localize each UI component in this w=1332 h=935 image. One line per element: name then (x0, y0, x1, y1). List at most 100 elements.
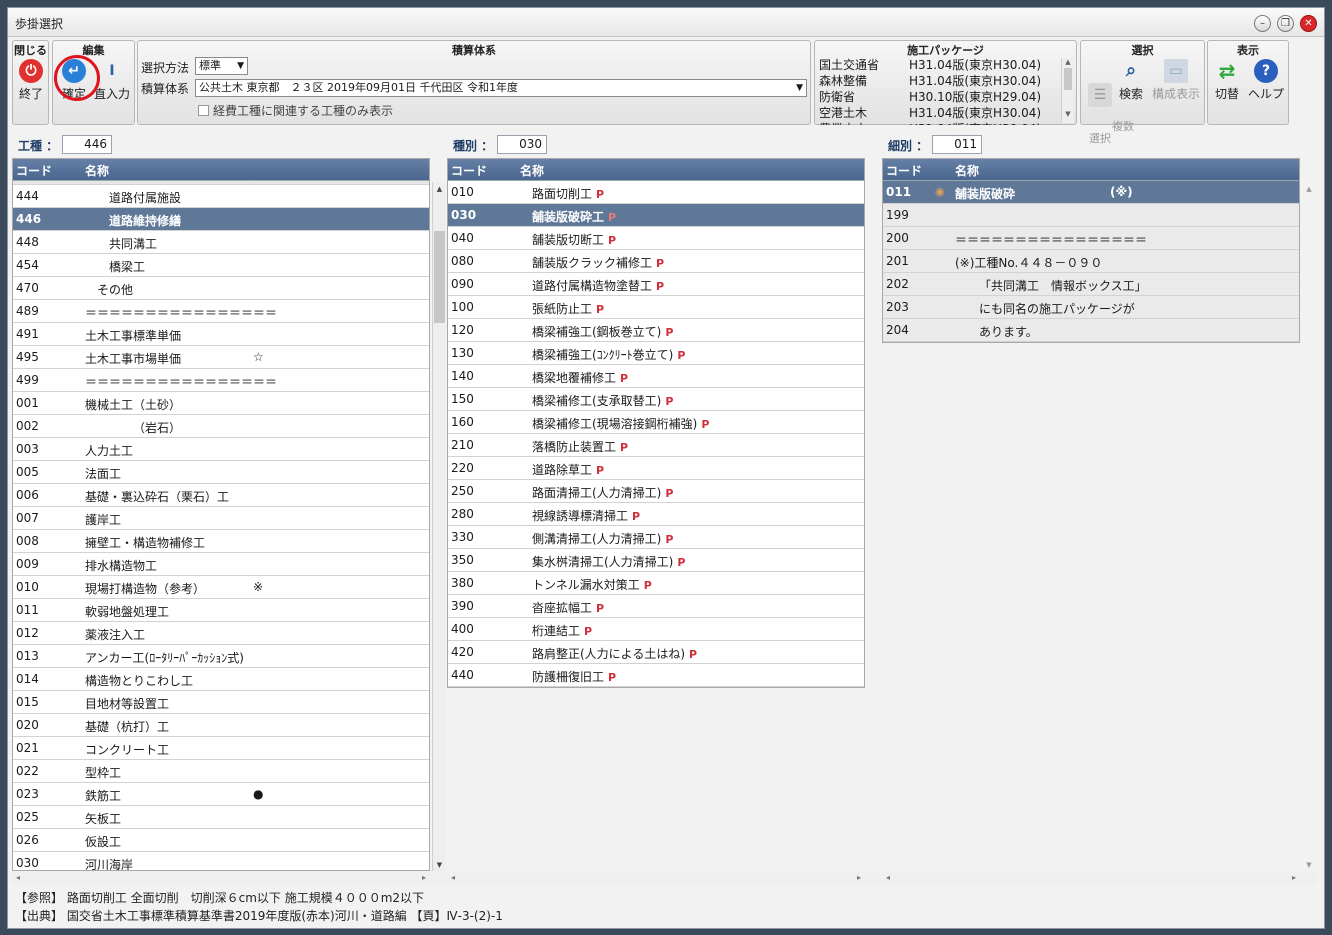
scroll-thumb[interactable] (1064, 68, 1072, 90)
koshu-row[interactable]: 026 仮設工 (13, 829, 429, 852)
scroll-right-icon[interactable]: ▸ (857, 873, 861, 882)
scroll-left-icon[interactable]: ◂ (886, 873, 890, 882)
shubetsu-row[interactable]: 040 舗装版切断工 P (448, 227, 864, 250)
shubetsu-row[interactable]: 220 道路除草工 P (448, 457, 864, 480)
koshu-row[interactable]: 444 道路付属施設 (13, 185, 429, 208)
koshu-row[interactable]: 002 （岩石） (13, 415, 429, 438)
koshu-row[interactable]: 010 現場打構造物（参考） ※ (13, 576, 429, 599)
package-item[interactable]: 防衛省 H30.10版(東京H29.04) (817, 89, 1057, 105)
koshu-row[interactable]: 009 排水構造物工 (13, 553, 429, 576)
koshu-row[interactable]: 020 基礎（杭打）工 (13, 714, 429, 737)
koshu-row[interactable]: 022 型枠工 (13, 760, 429, 783)
scroll-down-icon[interactable]: ▼ (433, 861, 446, 869)
koshu-row[interactable]: 489 ＝＝＝＝＝＝＝＝＝＝＝＝＝＝＝＝ (13, 300, 429, 323)
shubetsu-row[interactable]: 100 張紙防止工 P (448, 296, 864, 319)
shubetsu-row[interactable]: 080 舗装版クラック補修工 P (448, 250, 864, 273)
system-dropdown[interactable]: 公共土木 東京都 ２３区 2019年09月01日 千代田区 令和1年度 ▼ (195, 79, 807, 97)
shubetsu-row[interactable]: 280 視線誘導標清掃工 P (448, 503, 864, 526)
saibetsu-row[interactable]: 200 ＝＝＝＝＝＝＝＝＝＝＝＝＝＝＝＝ (883, 227, 1299, 250)
koshu-count-field[interactable]: 446 (62, 135, 112, 154)
shubetsu-row[interactable]: 030 舗装版破砕工 P (448, 204, 864, 227)
koshu-row[interactable]: 003 人力土工 (13, 438, 429, 461)
koshu-row[interactable]: 499 ＝＝＝＝＝＝＝＝＝＝＝＝＝＝＝＝ (13, 369, 429, 392)
koshu-row[interactable]: 025 矢板工 (13, 806, 429, 829)
koshu-row[interactable]: 448 共同溝工 (13, 231, 429, 254)
scroll-left-icon[interactable]: ◂ (451, 873, 455, 882)
package-scrollbar[interactable]: ▲ ▼ (1061, 58, 1074, 123)
package-item[interactable]: 農業土木H31.04版(東京H30.04) (817, 121, 1057, 125)
shubetsu-count-field[interactable]: 030 (497, 135, 547, 154)
koshu-row[interactable]: 007 護岸工 (13, 507, 429, 530)
shubetsu-row[interactable]: 010 路面切削工 P (448, 181, 864, 204)
restore-button[interactable]: ❐ (1277, 15, 1294, 32)
shubetsu-row[interactable]: 420 路肩整正(人力による土はね) P (448, 641, 864, 664)
select-method-dropdown[interactable]: 標準 ▼ (195, 57, 248, 75)
saibetsu-row[interactable]: 011 ◉ 舗装版破砕 (※) (883, 181, 1299, 204)
scroll-thumb[interactable] (434, 231, 445, 323)
koshu-row[interactable]: 491 土木工事標準単価 (13, 323, 429, 346)
exit-button[interactable]: ⏻ 終了 (15, 59, 47, 102)
saibetsu-row[interactable]: 199 (883, 204, 1299, 227)
koshu-row[interactable]: 446 道路維持修繕 (13, 208, 429, 231)
shubetsu-row[interactable]: 090 道路付属構造物塗替工 P (448, 273, 864, 296)
scroll-down-icon[interactable]: ▼ (1062, 110, 1074, 118)
scroll-left-icon[interactable]: ◂ (16, 873, 20, 882)
saibetsu-scrollbar[interactable]: ▲ ▼ (1302, 182, 1316, 871)
koshu-row[interactable]: 011 軟弱地盤処理工 (13, 599, 429, 622)
help-button[interactable]: ? ヘルプ (1246, 59, 1286, 102)
saibetsu-count-field[interactable]: 011 (932, 135, 982, 154)
koshu-row[interactable]: 006 基礎・裏込砕石（栗石）工 (13, 484, 429, 507)
saibetsu-row[interactable]: 203 にも同名の施工パッケージが (883, 296, 1299, 319)
shubetsu-row[interactable]: 380 トンネル漏水対策工 P (448, 572, 864, 595)
koshu-scrollbar[interactable]: ▲ ▼ (432, 182, 446, 871)
expense-checkbox[interactable]: 経費工種に関連する工種のみ表示 (198, 102, 393, 119)
koshu-row[interactable]: 023 鉄筋工 ● (13, 783, 429, 806)
shubetsu-row[interactable]: 120 橋梁補強工(鋼板巻立て) P (448, 319, 864, 342)
koshu-row[interactable]: 030 河川海岸 (13, 852, 429, 870)
koshu-row[interactable]: 015 目地材等設置工 (13, 691, 429, 714)
shubetsu-row[interactable]: 330 側溝清掃工(人力清掃工) P (448, 526, 864, 549)
shubetsu-row[interactable]: 350 集水桝清掃工(人力清掃工) P (448, 549, 864, 572)
saibetsu-row[interactable]: 204 あります。 (883, 319, 1299, 342)
multi-select-button[interactable]: ☰ 複数 選択 (1084, 59, 1134, 157)
shubetsu-row[interactable]: 400 桁連結工 P (448, 618, 864, 641)
package-list[interactable]: 国土交通省 H31.04版(東京H30.04) 森林整備 H31.04版(東京H30.… (817, 57, 1057, 125)
koshu-hscrollbar[interactable]: ◂ ▸ (12, 871, 446, 885)
scroll-down-icon[interactable]: ▼ (1302, 861, 1316, 869)
structure-button[interactable]: ▭ 構成表示 (1148, 59, 1204, 102)
koshu-row[interactable]: 013 アンカー工(ﾛｰﾀﾘｰﾊﾟｰｶｯｼｮﾝ式) (13, 645, 429, 668)
koshu-row[interactable]: 008 擁壁工・構造物補修工 (13, 530, 429, 553)
close-button[interactable]: ✕ (1300, 15, 1317, 32)
shubetsu-row[interactable]: 150 橋梁補修工(支承取替工) P (448, 388, 864, 411)
shubetsu-row[interactable]: 140 橋梁地覆補修工 P (448, 365, 864, 388)
shubetsu-hscrollbar[interactable]: ◂ ▸ (447, 871, 881, 885)
switch-button[interactable]: ⇄ 切替 (1211, 59, 1243, 102)
package-item[interactable]: 国土交通省 H31.04版(東京H30.04) (817, 57, 1057, 73)
shubetsu-row[interactable]: 440 防護柵復旧工 P (448, 664, 864, 687)
package-item[interactable]: 空港土木 H31.04版(東京H30.04) (817, 105, 1057, 121)
shubetsu-row[interactable]: 250 路面清掃工(人力清掃工) P (448, 480, 864, 503)
scroll-right-icon[interactable]: ▸ (422, 873, 426, 882)
scroll-right-icon[interactable]: ▸ (1292, 873, 1296, 882)
saibetsu-hscrollbar[interactable]: ◂ ▸ (882, 871, 1316, 885)
koshu-row[interactable]: 001 機械土工（土砂） (13, 392, 429, 415)
saibetsu-row[interactable]: 202 「共同溝工 情報ボックス工」 (883, 273, 1299, 296)
scroll-up-icon[interactable]: ▲ (433, 185, 446, 193)
koshu-row[interactable]: 014 構造物とりこわし工 (13, 668, 429, 691)
saibetsu-row[interactable]: 201 (※)工種No.４４８－０９０ (883, 250, 1299, 273)
search-button[interactable]: ⌕ 検索 (1116, 59, 1146, 102)
koshu-row[interactable]: 454 橋梁工 (13, 254, 429, 277)
shubetsu-row[interactable]: 160 橋梁補修工(現場溶接鋼桁補強) P (448, 411, 864, 434)
koshu-row[interactable]: 495 土木工事市場単価 ☆ (13, 346, 429, 369)
koshu-row[interactable]: 021 コンクリート工 (13, 737, 429, 760)
minimize-button[interactable]: – (1254, 15, 1271, 32)
scroll-up-icon[interactable]: ▲ (1302, 185, 1316, 193)
shubetsu-row[interactable]: 210 落橋防止装置工 P (448, 434, 864, 457)
scroll-up-icon[interactable]: ▲ (1062, 58, 1074, 66)
koshu-row[interactable]: 470 その他 (13, 277, 429, 300)
shubetsu-row[interactable]: 390 沓座拡幅工 P (448, 595, 864, 618)
koshu-row[interactable]: 012 薬液注入工 (13, 622, 429, 645)
package-item[interactable]: 森林整備 H31.04版(東京H30.04) (817, 73, 1057, 89)
koshu-row[interactable]: 005 法面工 (13, 461, 429, 484)
shubetsu-row[interactable]: 130 橋梁補強工(ｺﾝｸﾘｰﾄ巻立て) P (448, 342, 864, 365)
